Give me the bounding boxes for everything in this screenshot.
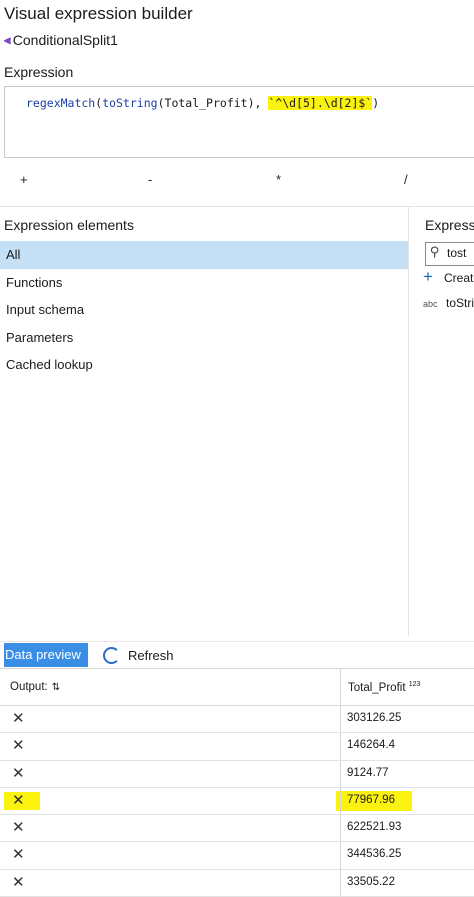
conditional-split-icon: ⫷	[4, 32, 11, 47]
column-separator	[340, 787, 341, 815]
breadcrumb[interactable]: ⫷ ConditionalSplit1	[4, 32, 118, 48]
expression-argument: Total_Profit	[164, 96, 248, 110]
total-profit-cell: 303126.25	[347, 712, 402, 724]
operator-divide-button[interactable]: /	[404, 172, 408, 187]
table-row[interactable]: ✕ 9124.77	[0, 760, 474, 788]
expression-function-regexmatch: regexMatch	[26, 96, 96, 110]
expression-elements-title: Expression elements	[4, 217, 134, 233]
no-match-icon: ✕	[12, 710, 25, 727]
column-separator	[340, 669, 341, 705]
table-row[interactable]: ✕ 303126.25	[0, 706, 474, 734]
total-profit-cell: 622521.93	[347, 821, 402, 834]
elements-item-functions[interactable]: Functions	[0, 269, 408, 297]
no-match-icon: ✕	[12, 737, 25, 755]
expression-elements-list: All Functions Input schema Parameters Ca…	[0, 241, 408, 379]
no-match-icon: ✕	[12, 764, 25, 782]
column-separator	[340, 842, 341, 869]
no-match-icon: ✕	[12, 846, 25, 864]
function-result-tostring[interactable]: toStri	[446, 296, 474, 310]
expression-pattern-highlight: `^\d[5].\d[2]$`	[268, 96, 373, 110]
no-match-icon: ✕	[12, 819, 25, 837]
expression-values-title: Expressi	[425, 217, 474, 233]
total-profit-cell: 146264.4	[347, 739, 395, 752]
sort-icon[interactable]: ⇅	[52, 682, 60, 693]
string-type-icon: abc	[423, 299, 438, 309]
no-match-icon: ✕	[12, 791, 25, 809]
panel-vertical-divider	[408, 206, 409, 636]
table-header: Output: ⇅ Total_Profit 123	[0, 668, 474, 706]
column-separator	[340, 760, 341, 787]
table-row[interactable]: ✕ 622521.93	[0, 815, 474, 843]
elements-item-cached-lookup[interactable]: Cached lookup	[0, 351, 408, 379]
table-row[interactable]: ✕ 33505.22	[0, 869, 474, 897]
elements-item-parameters[interactable]: Parameters	[0, 324, 408, 352]
data-preview-table: Output: ⇅ Total_Profit 123 ✕ 303126.25 ✕ 146…	[0, 668, 474, 897]
page-title: Visual expression builder	[4, 4, 193, 23]
tab-data-preview[interactable]: Data preview	[4, 643, 88, 667]
table-row[interactable]: ✕ 344536.25	[0, 842, 474, 870]
plus-icon[interactable]: +	[423, 267, 433, 287]
total-profit-cell: 77967.96	[347, 793, 395, 806]
column-header-total-profit[interactable]: Total_Profit 123	[348, 681, 420, 694]
total-profit-cell: 344536.25	[347, 848, 402, 861]
column-header-output[interactable]: Output: ⇅	[10, 681, 60, 693]
column-header-output-label: Output:	[10, 681, 48, 693]
tab-bar-divider	[0, 641, 474, 642]
elements-item-all[interactable]: All	[0, 241, 408, 269]
create-button[interactable]: Create	[444, 271, 474, 285]
refresh-button[interactable]: Refresh	[128, 648, 174, 663]
elements-item-input-schema[interactable]: Input schema	[0, 296, 408, 324]
table-row[interactable]: ✕ 146264.4	[0, 733, 474, 761]
total-profit-cell: 33505.22	[347, 875, 395, 888]
expression-function-tostring: toString	[102, 96, 158, 110]
no-match-icon: ✕	[12, 873, 25, 891]
column-separator	[340, 815, 341, 842]
total-profit-cell: 9124.77	[347, 766, 389, 779]
breadcrumb-label: ConditionalSplit1	[12, 32, 118, 48]
numeric-type-badge: 123	[408, 681, 421, 688]
operator-plus-button[interactable]: +	[20, 172, 28, 187]
expression-label: Expression	[4, 64, 74, 80]
search-input-value[interactable]: tost	[447, 246, 466, 260]
column-separator	[340, 869, 341, 897]
operator-minus-button[interactable]: -	[148, 172, 152, 187]
operator-multiply-button[interactable]: *	[276, 172, 281, 187]
column-separator	[340, 706, 341, 733]
expression-code[interactable]: regexMatch(toString(Total_Profit), `^\d[…	[26, 96, 379, 110]
expression-pattern: `^\d[5].\d[2]$`	[268, 96, 373, 110]
column-separator	[340, 733, 341, 760]
column-header-total-profit-label: Total_Profit	[348, 681, 406, 694]
search-icon: ⚲	[430, 244, 440, 259]
refresh-icon[interactable]	[103, 647, 120, 664]
panel-divider	[0, 206, 474, 207]
table-row[interactable]: ✕ 77967.96	[0, 787, 474, 816]
